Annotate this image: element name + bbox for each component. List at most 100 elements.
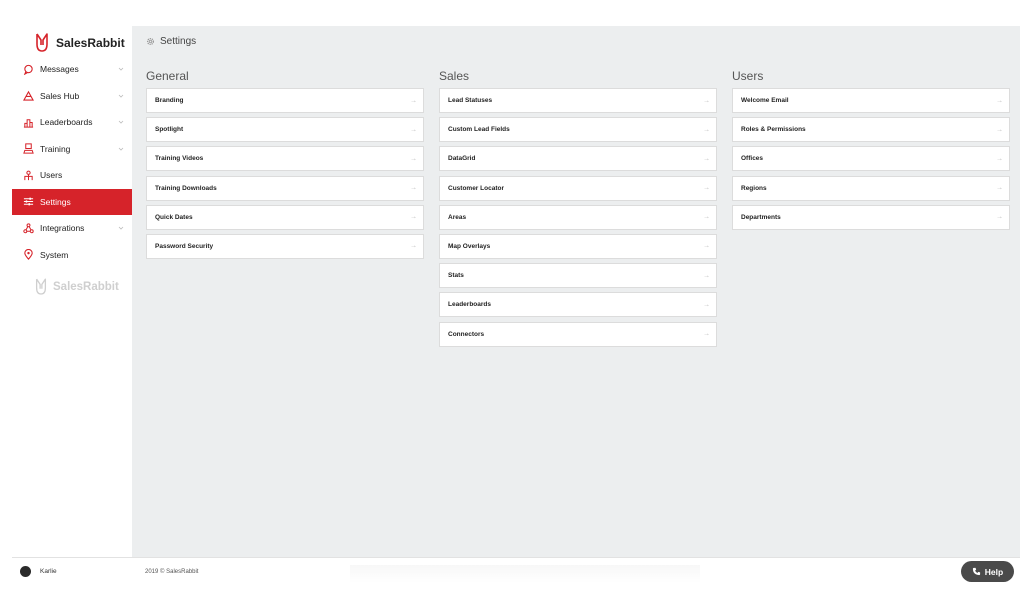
settings-link-label: DataGrid (448, 155, 476, 163)
settings-link-spotlight[interactable]: Spotlight → (146, 117, 424, 143)
main-content: Settings General Branding → Spotlight → Train… (132, 26, 1020, 557)
bottom-shadow (350, 565, 700, 583)
settings-link-stats[interactable]: Stats → (439, 263, 717, 289)
arrow-right-icon: → (410, 97, 417, 104)
settings-link-departments[interactable]: Departments → (732, 204, 1010, 230)
arrow-right-icon: → (703, 272, 710, 280)
settings-link-custom-lead-fields[interactable]: Custom Lead Fields → (439, 117, 717, 143)
integrations-icon (22, 222, 34, 234)
sidebar-item-label: Leaderboards (40, 117, 93, 128)
avatar[interactable] (20, 566, 31, 577)
settings-link-label: Connectors (448, 330, 485, 338)
sidebar-nav: Messages Sales Hub Leaderboards Training Use… (12, 56, 132, 268)
arrow-right-icon: → (703, 97, 710, 104)
logo[interactable]: SalesRabbit (34, 32, 125, 54)
arrow-right-icon: → (410, 155, 417, 163)
chevron-down-icon[interactable] (118, 119, 124, 125)
sidebar-item-label: System (40, 249, 69, 260)
settings-link-welcome-email[interactable]: Welcome Email → (732, 88, 1010, 113)
sidebar-item-settings[interactable]: Settings (12, 188, 132, 215)
sidebar-item-training[interactable]: Training (12, 136, 132, 163)
sidebar-item-sales-hub[interactable]: Sales Hub (12, 83, 132, 110)
arrow-right-icon: → (410, 126, 417, 134)
arrow-right-icon: → (703, 330, 710, 338)
settings-link-label: Map Overlays (448, 242, 491, 250)
arrow-right-icon: → (996, 126, 1003, 134)
sidebar-item-label: Messages (40, 64, 79, 75)
settings-link-regions[interactable]: Regions → (732, 175, 1010, 201)
settings-link-lead-statuses[interactable]: Lead Statuses → (439, 88, 717, 113)
settings-link-label: Spotlight (155, 126, 184, 134)
settings-link-label: Customer Locator (448, 184, 504, 192)
settings-column-users: Users Welcome Email → Roles & Permissions → O… (732, 70, 1010, 234)
arrow-right-icon: → (703, 242, 710, 250)
settings-link-label: Training Videos (155, 155, 204, 163)
settings-link-label: Stats (448, 272, 464, 280)
settings-link-label: Password Security (155, 242, 214, 250)
arrow-right-icon: → (410, 213, 417, 221)
settings-link-roles-permissions[interactable]: Roles & Permissions → (732, 117, 1010, 143)
settings-link-branding[interactable]: Branding → (146, 88, 424, 113)
chevron-down-icon[interactable] (118, 93, 124, 99)
settings-link-label: Branding (155, 97, 184, 104)
page-title: Settings (146, 36, 196, 47)
sidebar-item-users[interactable]: Users (12, 162, 132, 189)
phone-icon (972, 567, 980, 576)
settings-column-general: General Branding → Spotlight → Training Video… (146, 70, 424, 263)
sidebar-item-messages[interactable]: Messages (12, 56, 132, 83)
settings-link-label: Training Downloads (155, 184, 217, 192)
arrow-right-icon: → (996, 155, 1003, 163)
user-profile[interactable]: Karlie (20, 566, 57, 577)
column-title: Users (732, 69, 764, 83)
arrow-right-icon: → (996, 184, 1003, 192)
sales-hub-icon (22, 90, 34, 102)
settings-link-label: Offices (741, 155, 764, 163)
training-icon (22, 143, 34, 155)
arrow-right-icon: → (996, 97, 1003, 104)
settings-link-connectors[interactable]: Connectors → (439, 321, 717, 347)
arrow-right-icon: → (996, 213, 1003, 221)
settings-link-leaderboards[interactable]: Leaderboards → (439, 292, 717, 318)
logo-text: SalesRabbit (56, 36, 125, 50)
settings-link-label: Areas (448, 213, 467, 221)
watermark-logo-text: SalesRabbit (53, 281, 119, 293)
sidebar-item-label: Training (40, 143, 71, 154)
settings-link-map-overlays[interactable]: Map Overlays → (439, 233, 717, 259)
column-title: Sales (439, 69, 470, 83)
chat-icon (22, 63, 34, 75)
location-pin-icon (22, 249, 34, 261)
sidebar-item-leaderboards[interactable]: Leaderboards (12, 109, 132, 136)
sidebar-item-label: Integrations (40, 223, 85, 234)
settings-link-password-security[interactable]: Password Security → (146, 233, 424, 259)
chevron-down-icon[interactable] (118, 66, 124, 72)
sidebar-item-system[interactable]: System (12, 242, 132, 269)
sidebar-watermark-logo: SalesRabbit (34, 278, 119, 296)
settings-link-training-downloads[interactable]: Training Downloads → (146, 175, 424, 201)
settings-link-label: Regions (741, 184, 767, 192)
arrow-right-icon: → (703, 155, 710, 163)
chevron-down-icon[interactable] (118, 225, 124, 231)
settings-link-label: Leaderboards (448, 301, 491, 309)
arrow-right-icon: → (703, 301, 710, 309)
chevron-down-icon[interactable] (118, 146, 124, 152)
sidebar-item-integrations[interactable]: Integrations (12, 215, 132, 242)
settings-link-areas[interactable]: Areas → (439, 204, 717, 230)
sliders-icon (22, 196, 34, 208)
user-name: Karlie (40, 568, 57, 575)
sidebar-item-label: Users (40, 170, 63, 181)
settings-link-label: Departments (741, 213, 781, 221)
settings-link-datagrid[interactable]: DataGrid → (439, 146, 717, 172)
sidebar-item-label: Sales Hub (40, 90, 80, 101)
arrow-right-icon: → (410, 184, 417, 192)
settings-link-customer-locator[interactable]: Customer Locator → (439, 175, 717, 201)
settings-link-offices[interactable]: Offices → (732, 146, 1010, 172)
settings-link-label: Custom Lead Fields (448, 126, 510, 134)
bar-chart-icon (22, 116, 34, 128)
settings-column-sales: Sales Lead Statuses → Custom Lead Fields → Da… (439, 70, 717, 351)
arrow-right-icon: → (703, 184, 710, 192)
settings-link-training-videos[interactable]: Training Videos → (146, 146, 424, 172)
help-button[interactable]: Help (961, 561, 1014, 582)
rabbit-logo-icon (36, 33, 48, 52)
settings-link-quick-dates[interactable]: Quick Dates → (146, 204, 424, 230)
settings-link-label: Welcome Email (741, 97, 789, 104)
